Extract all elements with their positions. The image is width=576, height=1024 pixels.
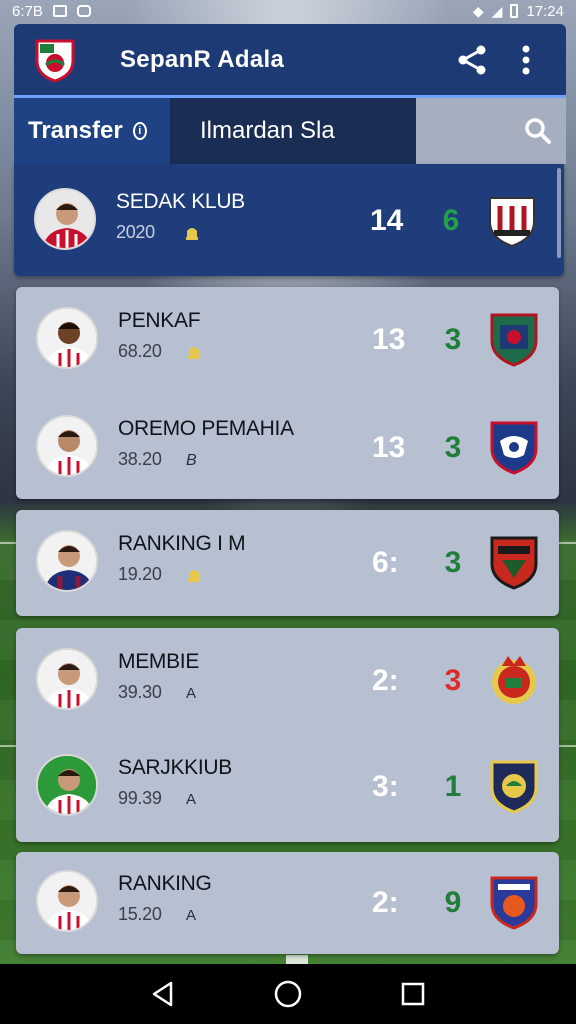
player-name: SEDAK KLUB (116, 190, 245, 213)
player-value: 99.39 (118, 788, 162, 808)
tab-second-label: Ilmardan Sla (200, 117, 335, 144)
club-crest-icon (488, 419, 540, 475)
home-icon[interactable] (268, 974, 308, 1014)
club-crest-icon (488, 758, 540, 814)
club-crest-icon (488, 534, 540, 590)
stat: 3 (444, 546, 462, 579)
pitch-mark (286, 955, 308, 964)
search-button[interactable] (416, 98, 566, 164)
app-header: SepanR Adala (14, 24, 566, 98)
avatar (36, 530, 98, 592)
player-name: PENKAF (118, 309, 201, 332)
player-name: RANKING I M (118, 532, 246, 555)
list-item[interactable]: MEMBIE 39.30 A 2: 3 (16, 630, 559, 730)
score: 14 (370, 204, 404, 237)
avatar (36, 307, 98, 369)
player-value: 68.20 (118, 341, 162, 361)
score: 2: (372, 664, 399, 697)
ranking-card: RANKING 15.20 A 2: 9 (16, 852, 559, 954)
player-value: 38.20 (118, 449, 162, 469)
stat: 3 (444, 431, 462, 464)
bell-icon (186, 228, 198, 240)
score: 2: (372, 886, 399, 919)
player-value: 15.20 (118, 904, 162, 924)
score: 6: (372, 546, 399, 579)
tab-transfer[interactable]: Transfer i (14, 98, 170, 164)
avatar (36, 754, 98, 816)
player-value: 19.20 (118, 564, 162, 584)
search-icon (525, 118, 551, 144)
club-crest-icon (488, 652, 540, 708)
badge-icon: A (186, 685, 197, 702)
ranking-card-highlight[interactable]: SEDAK KLUB 2020 14 6 (14, 164, 564, 276)
ranking-card: MEMBIE 39.30 A 2: 3 SARJKKIUB 99.39 A 3:… (16, 628, 559, 842)
status-left-text: 6:7B (12, 2, 43, 20)
notification-icon (52, 5, 67, 17)
tab-second[interactable]: Ilmardan Sla (170, 98, 416, 164)
bell-icon (188, 347, 200, 359)
wifi-icon: ◆ (472, 2, 484, 19)
stat: 3 (444, 323, 462, 356)
score: 13 (372, 323, 406, 356)
status-bar: 6:7B ◆ ◢ 17:24 (0, 0, 576, 22)
player-name: RANKING (118, 872, 212, 895)
club-crest-icon (486, 192, 538, 248)
list-item[interactable]: RANKING 15.20 A 2: 9 (16, 852, 559, 952)
player-name: OREMO PEMAHIA (118, 417, 294, 440)
more-vertical-icon[interactable] (506, 40, 546, 80)
system-nav-bar (0, 964, 576, 1024)
list-item[interactable]: OREMO PEMAHIA 38.20 B 13 3 (16, 397, 559, 497)
ranking-card: RANKING I M 19.20 6: 3 (16, 510, 559, 616)
scrollbar[interactable] (557, 168, 561, 258)
score: 13 (372, 431, 406, 464)
tab-transfer-label: Transfer (28, 117, 123, 144)
club-shield-icon[interactable] (34, 37, 76, 83)
signal-icon: ◢ (491, 2, 503, 19)
ranking-card: PENKAF 68.20 13 3 OREMO PEMAHIA 38.20 B … (16, 287, 559, 499)
club-crest-icon (488, 874, 540, 930)
avatar (36, 415, 98, 477)
list-item[interactable]: SARJKKIUB 99.39 A 3: 1 (16, 736, 559, 836)
list-item[interactable]: SEDAK KLUB 2020 14 6 (14, 170, 564, 270)
recents-icon[interactable] (393, 974, 433, 1014)
notification-icon (76, 5, 91, 17)
app-title: SepanR Adala (120, 45, 285, 73)
stat: 6 (442, 204, 460, 237)
status-time: 17:24 (526, 2, 564, 20)
list-item[interactable]: PENKAF 68.20 13 3 (16, 289, 559, 389)
player-value: 39.30 (118, 682, 162, 702)
player-name: SARJKKIUB (118, 756, 232, 779)
avatar (36, 648, 98, 710)
badge-icon: A (186, 791, 197, 808)
badge-icon: B (186, 452, 197, 469)
battery-icon (510, 4, 519, 18)
share-icon[interactable] (452, 40, 492, 80)
club-crest-icon (488, 311, 540, 367)
stat: 1 (444, 770, 462, 803)
badge-icon: A (186, 907, 197, 924)
player-name: MEMBIE (118, 650, 200, 673)
score: 3: (372, 770, 399, 803)
bell-icon (188, 570, 200, 582)
list-item[interactable]: RANKING I M 19.20 6: 3 (16, 512, 559, 612)
stat: 9 (444, 886, 462, 919)
tab-bar: Transfer i Ilmardan Sla (14, 98, 566, 164)
player-value: 2020 (116, 222, 155, 242)
info-icon: i (132, 122, 147, 140)
back-icon[interactable] (143, 974, 183, 1014)
avatar (34, 188, 96, 250)
stat: 3 (444, 664, 462, 697)
avatar (36, 870, 98, 932)
